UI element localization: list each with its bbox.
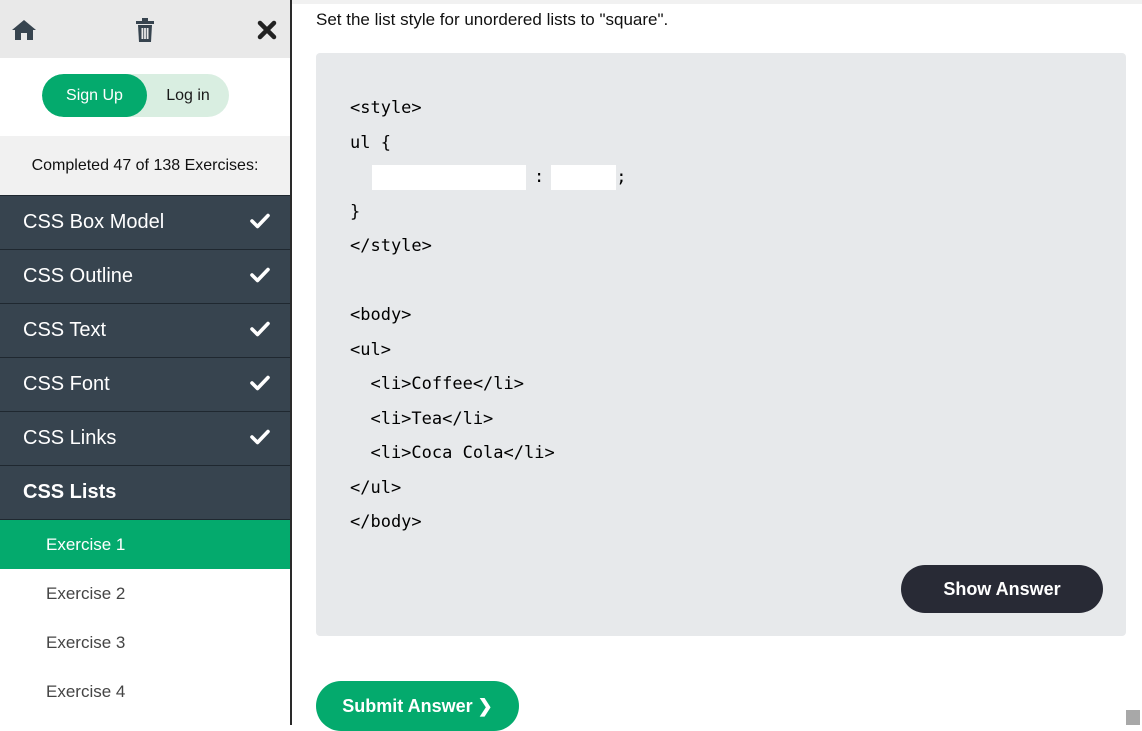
exercise-item-3[interactable]: Exercise 3 [0, 618, 290, 667]
submit-answer-button[interactable]: Submit Answer ❯ [316, 681, 519, 731]
code-line: <li>Coca Cola</li> [350, 443, 555, 463]
progress-text: Completed 47 of 138 Exercises: [0, 136, 290, 195]
sidebar-item-css-outline[interactable]: CSS Outline [0, 249, 290, 303]
sidebar-item-css-box-model[interactable]: CSS Box Model [0, 195, 290, 249]
signup-button[interactable]: Sign Up [42, 74, 147, 117]
checkmark-icon [250, 212, 270, 235]
auth-toggle: Sign Up Log in [42, 74, 229, 117]
checkmark-icon [250, 428, 270, 451]
sidebar-item-label: CSS Text [23, 319, 106, 341]
code-block: <style> ul { :; } </style> <body> <ul> <… [350, 91, 627, 540]
code-editor: <style> ul { :; } </style> <body> <ul> <… [316, 53, 1126, 636]
show-answer-button[interactable]: Show Answer [901, 565, 1103, 613]
sidebar-item-label: CSS Links [23, 427, 117, 449]
code-line: <body> [350, 305, 412, 325]
code-line: <style> [350, 98, 422, 118]
exercise-item-2[interactable]: Exercise 2 [0, 569, 290, 618]
sidebar-item-label: CSS Font [23, 373, 110, 395]
code-line-blanks: :; [350, 160, 627, 195]
checkmark-icon [250, 374, 270, 397]
sidebar-item-css-links[interactable]: CSS Links [0, 411, 290, 465]
scrollbar-thumb[interactable] [1126, 710, 1140, 725]
code-line: </style> [350, 236, 432, 256]
answer-input-property[interactable] [372, 164, 526, 190]
code-line: <li>Tea</li> [350, 408, 494, 429]
main-content: Set the list style for unordered lists t… [292, 0, 1142, 731]
checkmark-icon [250, 320, 270, 343]
exercise-instruction: Set the list style for unordered lists t… [316, 10, 669, 29]
code-semicolon: ; [616, 167, 627, 187]
code-line: <li>Coffee</li> [350, 374, 524, 394]
code-line: ul { [350, 132, 391, 153]
sidebar-item-css-font[interactable]: CSS Font [0, 357, 290, 411]
sidebar: Sign Up Log in Completed 47 of 138 Exerc… [0, 0, 292, 725]
sidebar-item-label: CSS Lists [23, 481, 117, 503]
sidebar-item-label: CSS Outline [23, 265, 134, 287]
sidebar-toolbar [0, 0, 290, 58]
code-line: </ul> [350, 477, 402, 498]
sidebar-item-css-lists[interactable]: CSS Lists [0, 465, 290, 519]
trash-icon[interactable] [131, 16, 159, 44]
code-line: <ul> [350, 339, 391, 360]
sidebar-item-css-text[interactable]: CSS Text [0, 303, 290, 357]
exercise-item-1[interactable]: Exercise 1 [0, 519, 290, 569]
auth-section: Sign Up Log in [0, 58, 290, 136]
login-button[interactable]: Log in [147, 74, 229, 117]
home-icon[interactable] [10, 16, 38, 44]
sidebar-item-label: CSS Box Model [23, 211, 165, 233]
code-line: </body> [350, 512, 422, 532]
close-icon[interactable] [253, 16, 281, 44]
answer-input-value[interactable] [551, 164, 617, 190]
code-colon: : [534, 167, 545, 187]
code-line: } [350, 201, 361, 222]
checkmark-icon [250, 266, 270, 289]
exercise-item-4[interactable]: Exercise 4 [0, 667, 290, 716]
